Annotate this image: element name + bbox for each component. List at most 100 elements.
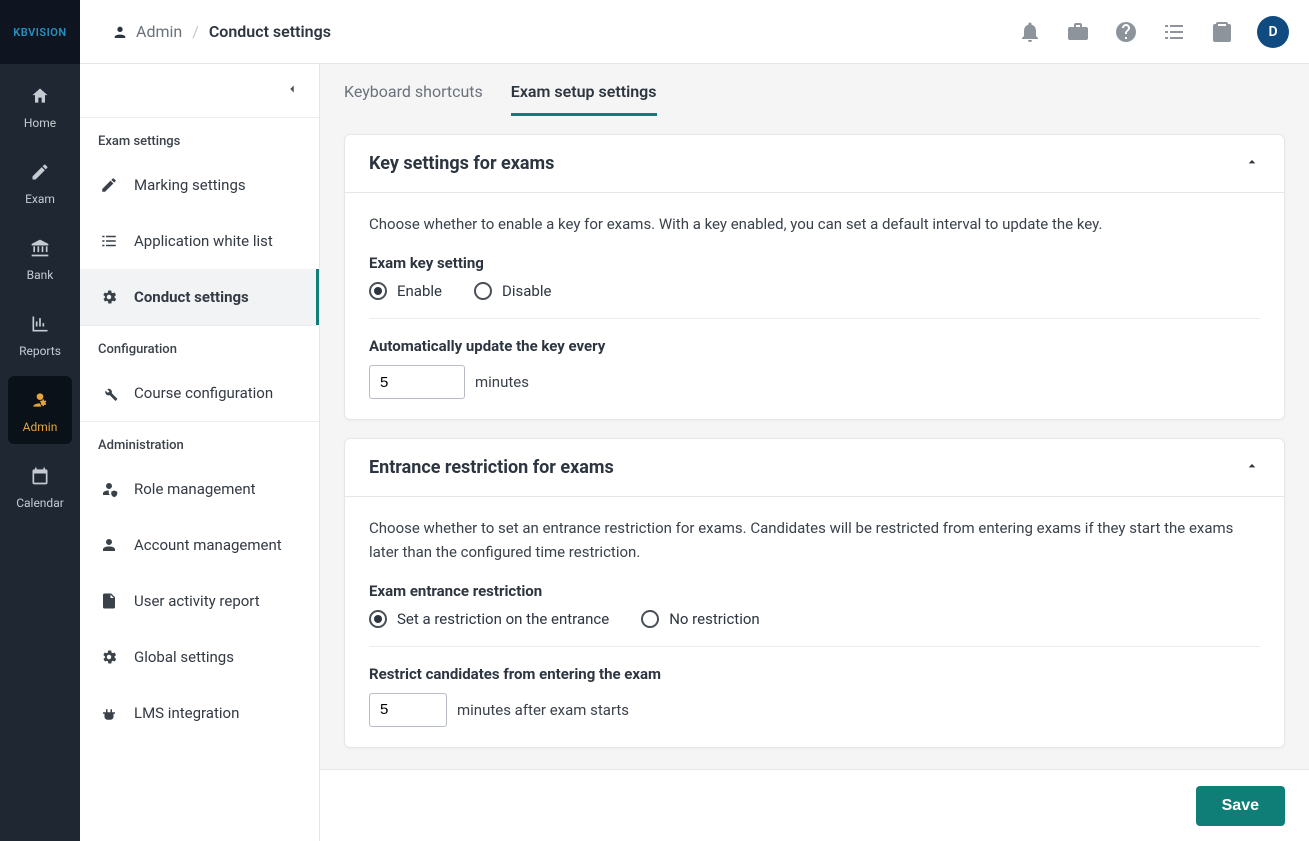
clipboard-icon[interactable]: [1209, 19, 1235, 45]
sidebar-item-label: Conduct settings: [134, 288, 249, 306]
input-key-interval[interactable]: [369, 365, 465, 399]
main-content: Keyboard shortcuts Exam setup settings K…: [320, 64, 1309, 841]
secondary-sidebar: Exam settings Marking settings Applicati…: [80, 64, 320, 841]
card-entrance-header[interactable]: Entrance restriction for exams: [345, 439, 1284, 497]
user-gear-icon: [30, 390, 50, 414]
sidebar-item-label: Account management: [134, 536, 282, 554]
sidebar-item-label: Role management: [134, 480, 256, 498]
nav-home[interactable]: Home: [8, 72, 72, 140]
file-search-icon: [100, 592, 118, 610]
nav-reports-label: Reports: [19, 344, 61, 358]
breadcrumb-current: Conduct settings: [209, 22, 331, 41]
sidebar-item-lms-integration[interactable]: LMS integration: [80, 685, 319, 741]
label-restrict-candidates: Restrict candidates from entering the ex…: [369, 665, 1260, 683]
card-key-settings: Key settings for exams Choose whether to…: [344, 134, 1285, 420]
sidebar-item-role-management[interactable]: Role management: [80, 461, 319, 517]
radio-label: Enable: [397, 282, 442, 300]
radio-label: Disable: [502, 282, 551, 300]
nav-exam[interactable]: Exam: [8, 148, 72, 216]
card-key-settings-header[interactable]: Key settings for exams: [345, 135, 1284, 193]
sidebar-item-application-white-list[interactable]: Application white list: [80, 213, 319, 269]
pencil-icon: [30, 162, 50, 186]
nav-calendar-label: Calendar: [16, 496, 64, 510]
bell-icon[interactable]: [1017, 19, 1043, 45]
chevron-up-icon: [1244, 154, 1260, 174]
sidebar-item-label: Marking settings: [134, 176, 246, 194]
gears-icon: [100, 288, 118, 306]
bank-icon: [30, 238, 50, 262]
sidebar-item-account-management[interactable]: Account management: [80, 517, 319, 573]
radio-set-restriction[interactable]: Set a restriction on the entrance: [369, 610, 609, 628]
sidebar-item-user-activity-report[interactable]: User activity report: [80, 573, 319, 629]
sidebar-item-label: Global settings: [134, 648, 234, 666]
collapse-sidebar-button[interactable]: [80, 64, 319, 118]
breadcrumb: Admin / Conduct settings: [112, 22, 331, 41]
user-icon: [100, 536, 118, 554]
radio-group-exam-key: Enable Disable: [369, 282, 1260, 319]
sidebar-group-administration: Administration: [80, 422, 319, 461]
tasks-icon[interactable]: [1161, 19, 1187, 45]
chart-icon: [30, 314, 50, 338]
chevron-left-icon: [285, 82, 299, 100]
breadcrumb-separator: /: [192, 22, 199, 41]
sidebar-group-exam-settings: Exam settings: [80, 118, 319, 157]
nav-exam-label: Exam: [25, 192, 55, 206]
card-entrance-title: Entrance restriction for exams: [369, 457, 614, 478]
nav-admin[interactable]: Admin: [8, 376, 72, 444]
home-icon: [30, 86, 50, 110]
wrench-icon: [100, 384, 118, 402]
list-icon: [100, 232, 118, 250]
radio-no-restriction[interactable]: No restriction: [641, 610, 760, 628]
primary-nav: KBVISION Home Exam Bank Reports Admin Ca…: [0, 0, 80, 841]
label-exam-key-setting: Exam key setting: [369, 254, 1260, 272]
card-entrance-restriction: Entrance restriction for exams Choose wh…: [344, 438, 1285, 748]
sidebar-item-label: LMS integration: [134, 704, 239, 722]
tab-exam-setup-settings[interactable]: Exam setup settings: [511, 82, 657, 116]
nav-home-label: Home: [24, 116, 56, 130]
card-key-settings-desc: Choose whether to enable a key for exams…: [369, 213, 1260, 236]
page-footer: Save: [320, 769, 1309, 841]
nav-calendar[interactable]: Calendar: [8, 452, 72, 520]
tab-keyboard-shortcuts[interactable]: Keyboard shortcuts: [344, 82, 483, 116]
radio-disable-key[interactable]: Disable: [474, 282, 551, 300]
user-avatar[interactable]: D: [1257, 16, 1289, 48]
header-icons: D: [1017, 16, 1289, 48]
gear-icon: [100, 648, 118, 666]
nav-admin-label: Admin: [23, 420, 58, 434]
tabs: Keyboard shortcuts Exam setup settings: [320, 64, 1309, 116]
briefcase-icon[interactable]: [1065, 19, 1091, 45]
suffix-minutes-after: minutes after exam starts: [457, 701, 629, 719]
sidebar-item-label: Course configuration: [134, 384, 273, 402]
radio-dot-icon: [474, 282, 492, 300]
sidebar-item-course-configuration[interactable]: Course configuration: [80, 365, 319, 421]
input-restrict-minutes[interactable]: [369, 693, 447, 727]
page-header: Admin / Conduct settings D: [80, 0, 1309, 64]
radio-dot-icon: [641, 610, 659, 628]
help-icon[interactable]: [1113, 19, 1139, 45]
radio-group-entrance: Set a restriction on the entrance No res…: [369, 610, 1260, 647]
radio-label: No restriction: [669, 610, 760, 628]
radio-enable-key[interactable]: Enable: [369, 282, 442, 300]
sidebar-item-label: User activity report: [134, 592, 260, 610]
suffix-minutes: minutes: [475, 373, 529, 391]
nav-bank[interactable]: Bank: [8, 224, 72, 292]
pen-icon: [100, 176, 118, 194]
sidebar-item-label: Application white list: [134, 232, 273, 250]
card-entrance-desc: Choose whether to set an entrance restri…: [369, 517, 1260, 564]
nav-bank-label: Bank: [27, 268, 54, 282]
user-gear-icon: [112, 24, 128, 40]
product-logo: KBVISION: [0, 0, 80, 64]
save-button[interactable]: Save: [1196, 786, 1285, 826]
card-key-settings-title: Key settings for exams: [369, 153, 554, 174]
nav-reports[interactable]: Reports: [8, 300, 72, 368]
breadcrumb-parent[interactable]: Admin: [136, 22, 182, 41]
sidebar-item-marking-settings[interactable]: Marking settings: [80, 157, 319, 213]
radio-label: Set a restriction on the entrance: [397, 610, 609, 628]
radio-dot-icon: [369, 282, 387, 300]
chevron-up-icon: [1244, 458, 1260, 478]
sidebar-item-conduct-settings[interactable]: Conduct settings: [80, 269, 319, 325]
sidebar-group-configuration: Configuration: [80, 326, 319, 365]
plug-icon: [100, 704, 118, 722]
radio-dot-icon: [369, 610, 387, 628]
sidebar-item-global-settings[interactable]: Global settings: [80, 629, 319, 685]
